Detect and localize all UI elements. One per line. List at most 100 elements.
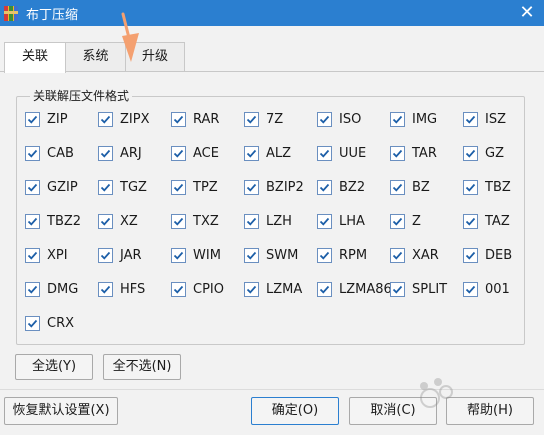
format-checkbox[interactable] — [244, 145, 259, 161]
format-checkbox[interactable] — [25, 111, 40, 127]
format-checkbox[interactable] — [25, 213, 40, 229]
format-checkbox[interactable] — [390, 145, 405, 161]
format-checkbox[interactable] — [463, 247, 478, 263]
close-button[interactable]: ✕ — [516, 2, 538, 24]
format-checkbox[interactable] — [390, 111, 405, 127]
format-item-swm[interactable]: SWM — [244, 246, 298, 264]
format-checkbox[interactable] — [390, 179, 405, 195]
format-checkbox[interactable] — [317, 281, 332, 297]
format-item-bz[interactable]: BZ — [390, 178, 430, 196]
format-checkbox[interactable] — [98, 281, 113, 297]
format-item-iso[interactable]: ISO — [317, 110, 361, 128]
format-checkbox[interactable] — [25, 179, 40, 195]
format-item-crx[interactable]: CRX — [25, 314, 74, 332]
format-item-tbz2[interactable]: TBZ2 — [25, 212, 81, 230]
format-item-tbz[interactable]: TBZ — [463, 178, 511, 196]
format-checkbox[interactable] — [25, 281, 40, 297]
format-item-dmg[interactable]: DMG — [25, 280, 78, 298]
format-item-split[interactable]: SPLIT — [390, 280, 447, 298]
format-item-cpio[interactable]: CPIO — [171, 280, 224, 298]
format-checkbox[interactable] — [390, 213, 405, 229]
format-checkbox[interactable] — [25, 315, 40, 331]
format-checkbox[interactable] — [317, 179, 332, 195]
format-item-001[interactable]: 001 — [463, 280, 510, 298]
format-checkbox[interactable] — [390, 281, 405, 297]
format-item-gz[interactable]: GZ — [463, 144, 504, 162]
format-item-txz[interactable]: TXZ — [171, 212, 219, 230]
format-item-xar[interactable]: XAR — [390, 246, 439, 264]
format-item-lzma86[interactable]: LZMA86 — [317, 280, 392, 298]
format-checkbox[interactable] — [98, 145, 113, 161]
format-checkbox[interactable] — [463, 145, 478, 161]
format-checkbox[interactable] — [463, 213, 478, 229]
format-checkbox[interactable] — [390, 247, 405, 263]
format-item-lha[interactable]: LHA — [317, 212, 365, 230]
format-item-bzip2[interactable]: BZIP2 — [244, 178, 304, 196]
format-item-jar[interactable]: JAR — [98, 246, 142, 264]
format-checkbox[interactable] — [244, 179, 259, 195]
format-item-taz[interactable]: TAZ — [463, 212, 510, 230]
format-item-xpi[interactable]: XPI — [25, 246, 68, 264]
format-item-cab[interactable]: CAB — [25, 144, 74, 162]
format-item-xz[interactable]: XZ — [98, 212, 138, 230]
format-item-tar[interactable]: TAR — [390, 144, 437, 162]
format-label: UUE — [339, 145, 367, 161]
format-checkbox[interactable] — [98, 247, 113, 263]
format-checkbox[interactable] — [25, 145, 40, 161]
format-item-z[interactable]: Z — [390, 212, 421, 230]
format-checkbox[interactable] — [244, 281, 259, 297]
format-item-bz2[interactable]: BZ2 — [317, 178, 365, 196]
format-checkbox[interactable] — [317, 247, 332, 263]
format-item-wim[interactable]: WIM — [171, 246, 221, 264]
format-item-7z[interactable]: 7Z — [244, 110, 283, 128]
format-item-isz[interactable]: ISZ — [463, 110, 506, 128]
format-item-gzip[interactable]: GZIP — [25, 178, 78, 196]
select-all-button[interactable]: 全选(Y) — [15, 354, 93, 380]
format-item-img[interactable]: IMG — [390, 110, 437, 128]
format-checkbox[interactable] — [317, 213, 332, 229]
format-checkbox[interactable] — [171, 213, 186, 229]
format-item-alz[interactable]: ALZ — [244, 144, 291, 162]
format-checkbox[interactable] — [463, 111, 478, 127]
format-checkbox[interactable] — [463, 179, 478, 195]
format-checkbox[interactable] — [171, 111, 186, 127]
format-item-zip[interactable]: ZIP — [25, 110, 68, 128]
format-item-lzh[interactable]: LZH — [244, 212, 292, 230]
format-checkbox[interactable] — [244, 111, 259, 127]
format-item-arj[interactable]: ARJ — [98, 144, 142, 162]
format-checkbox[interactable] — [98, 213, 113, 229]
format-item-uue[interactable]: UUE — [317, 144, 366, 162]
format-item-hfs[interactable]: HFS — [98, 280, 145, 298]
format-checkbox[interactable] — [171, 179, 186, 195]
format-checkbox[interactable] — [171, 247, 186, 263]
format-item-ace[interactable]: ACE — [171, 144, 219, 162]
check-icon — [27, 217, 38, 226]
check-icon — [100, 251, 111, 260]
format-checkbox[interactable] — [463, 281, 478, 297]
tab-association[interactable]: 关联 — [4, 42, 66, 73]
help-button[interactable]: 帮助(H) — [446, 397, 534, 425]
format-checkbox[interactable] — [98, 111, 113, 127]
format-item-lzma[interactable]: LZMA — [244, 280, 302, 298]
format-label: XZ — [120, 213, 138, 229]
select-none-button[interactable]: 全不选(N) — [103, 354, 181, 380]
cancel-button[interactable]: 取消(C) — [349, 397, 437, 425]
ok-button[interactable]: 确定(O) — [251, 397, 339, 425]
format-checkbox[interactable] — [171, 281, 186, 297]
format-item-rpm[interactable]: RPM — [317, 246, 367, 264]
format-item-zipx[interactable]: ZIPX — [98, 110, 150, 128]
format-checkbox[interactable] — [317, 111, 332, 127]
format-checkbox[interactable] — [171, 145, 186, 161]
restore-defaults-button[interactable]: 恢复默认设置(X) — [4, 397, 118, 425]
format-item-tgz[interactable]: TGZ — [98, 178, 147, 196]
format-checkbox[interactable] — [244, 213, 259, 229]
format-checkbox[interactable] — [317, 145, 332, 161]
format-checkbox[interactable] — [25, 247, 40, 263]
tab-system[interactable]: 系统 — [65, 42, 126, 72]
format-item-deb[interactable]: DEB — [463, 246, 512, 264]
format-label: XPI — [47, 247, 68, 263]
format-checkbox[interactable] — [98, 179, 113, 195]
format-item-rar[interactable]: RAR — [171, 110, 219, 128]
format-checkbox[interactable] — [244, 247, 259, 263]
format-item-tpz[interactable]: TPZ — [171, 178, 218, 196]
